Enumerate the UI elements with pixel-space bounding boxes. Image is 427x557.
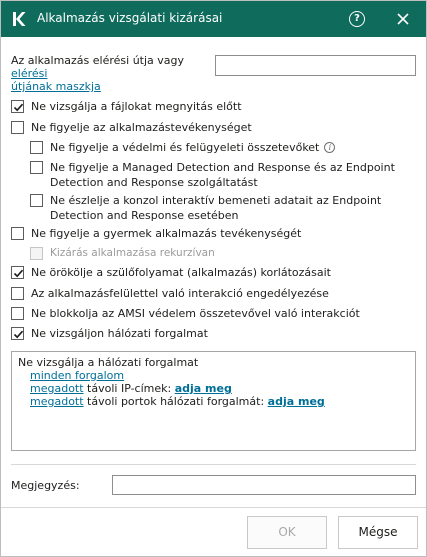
network-line-ip: megadott távoli IP-címek: adja meg bbox=[30, 382, 232, 395]
info-icon[interactable]: i bbox=[324, 142, 336, 153]
footer-divider bbox=[1, 507, 426, 508]
checkmark-icon bbox=[13, 103, 24, 112]
option-no-monitor-child[interactable]: Ne figyelje a gyermek alkalmazás tevéken… bbox=[11, 226, 301, 242]
label-no-monitor-protection: Ne figyelje a védelmi és felügyeleti öss… bbox=[50, 141, 320, 154]
remote-ports-text: távoli portok hálózati forgalmát: bbox=[83, 395, 268, 408]
app-path-input[interactable] bbox=[215, 55, 416, 76]
option-no-block-amsi[interactable]: Ne blokkolja az AMSI védelem összetevőve… bbox=[11, 306, 360, 322]
checkmark-icon bbox=[13, 330, 24, 339]
checkbox-no-detect-console[interactable] bbox=[30, 194, 43, 207]
checkbox-no-monitor-child[interactable] bbox=[11, 227, 24, 240]
checkbox-no-monitor-mdr[interactable] bbox=[30, 161, 43, 174]
checkbox-no-monitor-activity[interactable] bbox=[11, 121, 24, 134]
ok-button[interactable]: OK bbox=[247, 516, 327, 549]
path-mask-link-part1[interactable]: elérési bbox=[11, 67, 47, 80]
path-mask-link-part2[interactable]: útjának maszkja bbox=[11, 80, 101, 93]
option-no-monitor-activity[interactable]: Ne figyelje az alkalmazástevékenységet bbox=[11, 120, 252, 136]
specified-ports-link[interactable]: megadott bbox=[30, 395, 84, 408]
checkbox-no-scan-files[interactable] bbox=[11, 100, 24, 113]
app-path-label-text: Az alkalmazás elérési útja vagy bbox=[11, 54, 185, 67]
option-no-scan-network[interactable]: Ne vizsgáljon hálózati forgalmat bbox=[11, 326, 208, 342]
label-no-monitor-child: Ne figyelje a gyermek alkalmazás tevéken… bbox=[31, 227, 302, 240]
comment-label: Megjegyzés: bbox=[11, 479, 80, 492]
title-bar[interactable]: Alkalmazás vizsgálati kizárásai ? bbox=[1, 1, 426, 37]
close-icon[interactable] bbox=[395, 11, 411, 27]
window-title: Alkalmazás vizsgálati kizárásai bbox=[37, 11, 223, 25]
option-no-scan-files[interactable]: Ne vizsgálja a fájlokat megnyitás előtt bbox=[11, 99, 242, 115]
dialog-footer: OK Mégse bbox=[1, 510, 426, 556]
kaspersky-k-icon bbox=[13, 12, 26, 26]
network-panel-title: Ne vizsgálja a hálózati forgalmat bbox=[18, 356, 199, 369]
checkbox-recursive-exclusion bbox=[30, 247, 43, 260]
checkbox-no-inherit[interactable] bbox=[11, 266, 24, 279]
label-no-monitor-activity: Ne figyelje az alkalmazástevékenységet bbox=[31, 121, 252, 134]
label-no-block-amsi: Ne blokkolja az AMSI védelem összetevőve… bbox=[31, 307, 360, 320]
help-icon[interactable]: ? bbox=[349, 11, 365, 27]
divider bbox=[11, 464, 416, 465]
label-no-inherit: Ne örökölje a szülőfolyamat (alkalmazás)… bbox=[31, 266, 331, 279]
cancel-button[interactable]: Mégse bbox=[338, 516, 418, 549]
all-traffic-link[interactable]: minden forgalom bbox=[30, 369, 124, 382]
app-path-label: Az alkalmazás elérési útja vagy elérési … bbox=[11, 54, 211, 93]
option-no-monitor-protection[interactable]: Ne figyelje a védelmi és felügyeleti öss… bbox=[30, 140, 336, 156]
option-allow-ui-interaction[interactable]: Az alkalmazásfelülettel való interakció … bbox=[11, 286, 329, 302]
network-line-ports: megadott távoli portok hálózati forgalmá… bbox=[30, 395, 325, 408]
specify-ports-link[interactable]: adja meg bbox=[268, 395, 325, 408]
option-no-monitor-mdr[interactable]: Ne figyelje a Managed Detection and Resp… bbox=[30, 160, 410, 190]
option-no-detect-console[interactable]: Ne észlelje a konzol interaktív bemeneti… bbox=[30, 193, 410, 223]
checkbox-no-scan-network[interactable] bbox=[11, 327, 24, 340]
label-no-scan-files: Ne vizsgálja a fájlokat megnyitás előtt bbox=[31, 100, 242, 113]
label-no-monitor-protection-wrap: Ne figyelje a védelmi és felügyeleti öss… bbox=[50, 140, 336, 155]
remote-ip-text: távoli IP-címek: bbox=[83, 382, 175, 395]
network-line-all: minden forgalom bbox=[30, 369, 124, 382]
comment-input[interactable] bbox=[112, 475, 416, 495]
network-traffic-panel: Ne vizsgálja a hálózati forgalmat minden… bbox=[11, 351, 416, 451]
dialog-window: Alkalmazás vizsgálati kizárásai ? Az alk… bbox=[0, 0, 427, 557]
specified-ip-link[interactable]: megadott bbox=[30, 382, 84, 395]
specify-ip-link[interactable]: adja meg bbox=[175, 382, 232, 395]
checkbox-no-block-amsi[interactable] bbox=[11, 307, 24, 320]
checkmark-icon bbox=[13, 269, 24, 278]
label-no-monitor-mdr: Ne figyelje a Managed Detection and Resp… bbox=[50, 161, 395, 189]
label-no-detect-console: Ne észlelje a konzol interaktív bemeneti… bbox=[50, 194, 382, 222]
label-allow-ui-interaction: Az alkalmazásfelülettel való interakció … bbox=[31, 287, 329, 300]
checkbox-allow-ui-interaction[interactable] bbox=[11, 287, 24, 300]
option-no-inherit[interactable]: Ne örökölje a szülőfolyamat (alkalmazás)… bbox=[11, 265, 331, 281]
option-recursive-exclusion: Kizárás alkalmazása rekurzívan bbox=[30, 246, 215, 262]
label-recursive-exclusion: Kizárás alkalmazása rekurzívan bbox=[50, 247, 215, 259]
label-no-scan-network: Ne vizsgáljon hálózati forgalmat bbox=[31, 327, 208, 340]
checkbox-no-monitor-protection[interactable] bbox=[30, 141, 43, 154]
